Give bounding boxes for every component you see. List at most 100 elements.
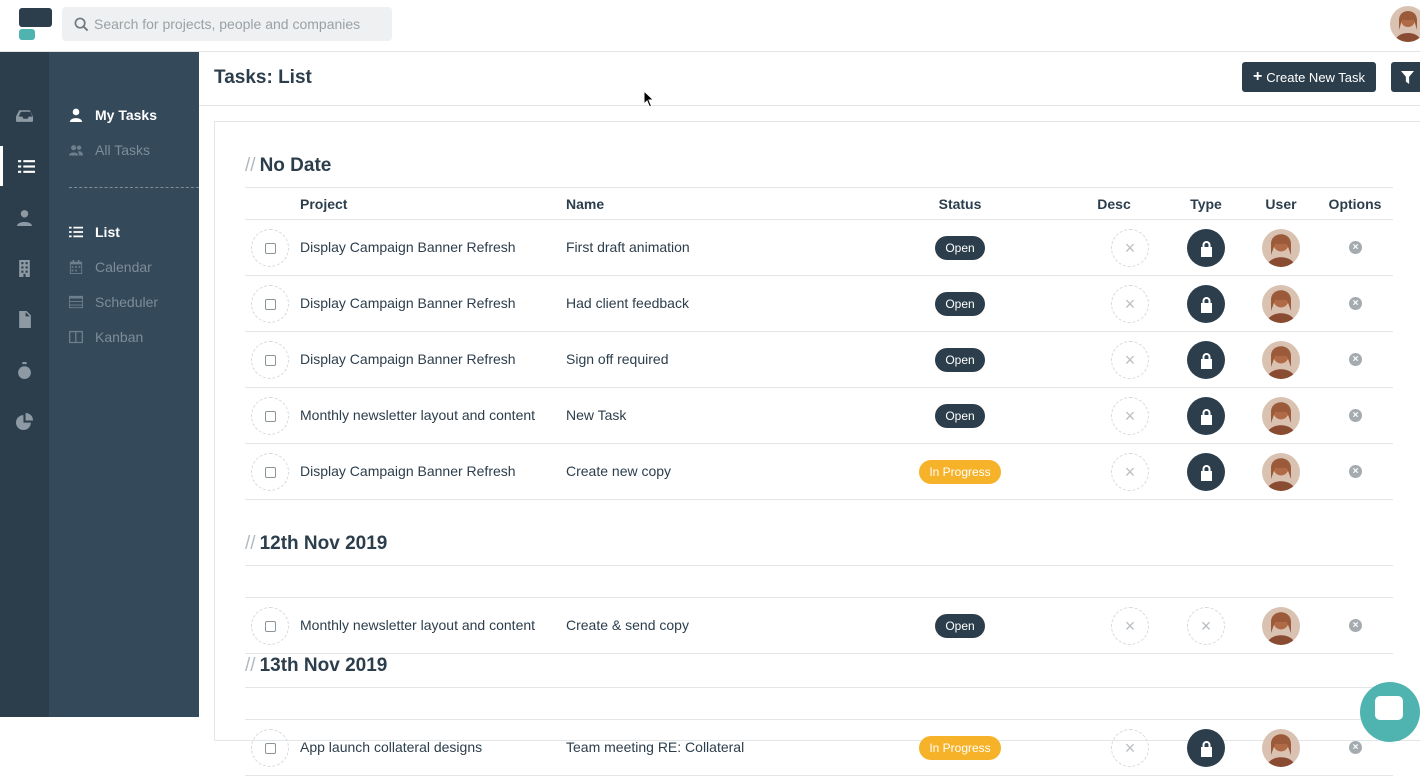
search-box[interactable] [62, 7, 392, 41]
lock-icon[interactable] [1187, 453, 1225, 491]
column-header[interactable]: User [1265, 196, 1296, 212]
sidebar-item-list[interactable]: List [69, 222, 120, 242]
complete-checkbox[interactable] [251, 453, 289, 491]
sidebar-item-label: My Tasks [95, 107, 157, 123]
user-icon [69, 108, 83, 122]
status-badge[interactable]: Open [935, 292, 985, 316]
assignee-avatar[interactable] [1262, 607, 1300, 645]
assignee-avatar[interactable] [1262, 453, 1300, 491]
status-badge[interactable]: Open [935, 404, 985, 428]
remove-task-icon[interactable]: × [1349, 619, 1362, 632]
table-row[interactable]: Display Campaign Banner Refresh Had clien… [245, 276, 1393, 332]
table-row[interactable]: Display Campaign Banner Refresh First dra… [245, 220, 1393, 276]
status-badge[interactable]: In Progress [919, 460, 1001, 484]
remove-task-icon[interactable]: × [1349, 409, 1362, 422]
table-row[interactable]: Display Campaign Banner Refresh Create ne… [245, 444, 1393, 500]
complete-checkbox[interactable] [251, 285, 289, 323]
sidebar-item-kanban[interactable]: Kanban [69, 327, 143, 347]
remove-task-icon[interactable]: × [1349, 241, 1362, 254]
search-input[interactable] [94, 16, 384, 32]
sidebar-item-my-tasks[interactable]: My Tasks [69, 105, 157, 125]
project-cell[interactable]: Display Campaign Banner Refresh [300, 239, 516, 255]
user-avatar[interactable] [1390, 6, 1420, 42]
sidebar-item-calendar[interactable]: Calendar [69, 257, 152, 277]
task-name-cell[interactable]: Had client feedback [566, 295, 689, 311]
rail-tasks[interactable] [0, 146, 49, 186]
status-badge[interactable]: In Progress [919, 736, 1001, 760]
project-cell[interactable]: App launch collateral designs [300, 739, 482, 755]
rail-people[interactable] [0, 197, 49, 237]
type-empty-icon[interactable]: × [1187, 607, 1225, 645]
project-cell[interactable]: Display Campaign Banner Refresh [300, 295, 516, 311]
rail-documents[interactable] [0, 299, 49, 339]
mouse-cursor-icon [643, 90, 655, 108]
icon-rail [0, 52, 49, 717]
status-badge[interactable]: Open [935, 348, 985, 372]
complete-checkbox[interactable] [251, 229, 289, 267]
calendar-icon [69, 260, 83, 274]
desc-empty-icon[interactable]: × [1111, 285, 1149, 323]
column-header[interactable]: Name [566, 196, 604, 212]
project-cell[interactable]: Display Campaign Banner Refresh [300, 351, 516, 367]
desc-empty-icon[interactable]: × [1111, 607, 1149, 645]
column-header[interactable]: Project [300, 196, 347, 212]
assignee-avatar[interactable] [1262, 397, 1300, 435]
table-row[interactable]: Monthly newsletter layout and content New… [245, 388, 1393, 444]
assignee-avatar[interactable] [1262, 341, 1300, 379]
project-cell[interactable]: Monthly newsletter layout and content [300, 617, 535, 633]
lock-icon[interactable] [1187, 229, 1225, 267]
kanban-icon [69, 330, 83, 344]
sidebar-item-all-tasks[interactable]: All Tasks [69, 140, 150, 160]
sidebar-item-label: List [95, 224, 120, 240]
desc-empty-icon[interactable]: × [1111, 341, 1149, 379]
desc-empty-icon[interactable]: × [1111, 229, 1149, 267]
document-icon [19, 310, 31, 328]
desc-empty-icon[interactable]: × [1111, 453, 1149, 491]
filter-button[interactable] [1391, 62, 1420, 92]
complete-checkbox[interactable] [251, 341, 289, 379]
column-header[interactable]: Options [1329, 196, 1382, 212]
scheduler-icon [69, 295, 83, 309]
table-row[interactable]: Monthly newsletter layout and content Cre… [245, 598, 1393, 654]
status-badge[interactable]: Open [935, 614, 985, 638]
rail-timer[interactable] [0, 350, 49, 390]
task-name-cell[interactable]: First draft animation [566, 239, 690, 255]
assignee-avatar[interactable] [1262, 285, 1300, 323]
task-name-cell[interactable]: New Task [566, 407, 626, 423]
task-name-cell[interactable]: Create new copy [566, 463, 671, 479]
filter-icon [1400, 70, 1414, 84]
desc-empty-icon[interactable]: × [1111, 729, 1149, 767]
column-header[interactable]: Status [939, 196, 982, 212]
rail-reports[interactable] [0, 401, 49, 441]
app-logo[interactable] [19, 8, 53, 42]
sidebar-item-scheduler[interactable]: Scheduler [69, 292, 158, 312]
chat-widget-button[interactable] [1360, 682, 1420, 742]
lock-icon[interactable] [1187, 285, 1225, 323]
assignee-avatar[interactable] [1262, 229, 1300, 267]
create-task-button[interactable]: + Create New Task [1242, 62, 1376, 92]
table-row[interactable]: App launch collateral designs Team meetin… [245, 720, 1393, 776]
complete-checkbox[interactable] [251, 397, 289, 435]
remove-task-icon[interactable]: × [1349, 353, 1362, 366]
column-header[interactable]: Desc [1097, 196, 1130, 212]
complete-checkbox[interactable] [251, 607, 289, 645]
remove-task-icon[interactable]: × [1349, 297, 1362, 310]
lock-icon[interactable] [1187, 341, 1225, 379]
status-badge[interactable]: Open [935, 236, 985, 260]
column-header[interactable]: Type [1190, 196, 1222, 212]
rail-companies[interactable] [0, 248, 49, 288]
desc-empty-icon[interactable]: × [1111, 397, 1149, 435]
lock-icon[interactable] [1187, 729, 1225, 767]
assignee-avatar[interactable] [1262, 729, 1300, 767]
project-cell[interactable]: Display Campaign Banner Refresh [300, 463, 516, 479]
remove-task-icon[interactable]: × [1349, 465, 1362, 478]
task-name-cell[interactable]: Sign off required [566, 351, 668, 367]
table-row[interactable]: Display Campaign Banner Refresh Sign off … [245, 332, 1393, 388]
rail-inbox[interactable] [0, 95, 49, 135]
task-name-cell[interactable]: Team meeting RE: Collateral [566, 739, 744, 755]
lock-icon[interactable] [1187, 397, 1225, 435]
remove-task-icon[interactable]: × [1349, 741, 1362, 754]
complete-checkbox[interactable] [251, 729, 289, 767]
task-name-cell[interactable]: Create & send copy [566, 617, 689, 633]
project-cell[interactable]: Monthly newsletter layout and content [300, 407, 535, 423]
